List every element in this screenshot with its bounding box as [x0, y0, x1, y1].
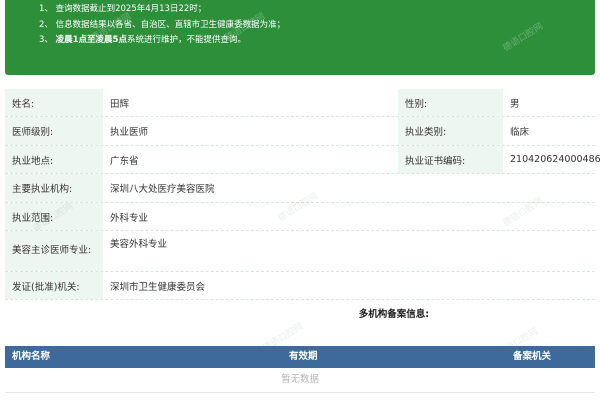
name-value: 田辉 — [110, 98, 130, 110]
notice-banner: 1、 查询数据截止到2025年4月13日22时； 2、 信息数据结果以各省、自治… — [5, 0, 595, 75]
notice-line-3-suffix: 系统进行维护，不能提供查询。 — [126, 35, 246, 45]
institution-value: 深圳八大处医疗美容医院 — [110, 184, 215, 195]
scope-value: 外科专业 — [110, 212, 149, 224]
category-value: 临床 — [510, 127, 530, 138]
multi-institution-table-header: 机构名称 有效期 备案机关 — [5, 346, 595, 368]
institution-label: 主要执业机构: — [5, 174, 103, 202]
multi-institution-title: 多机构备案信息: — [358, 309, 429, 320]
info-row-location: 执业地点: 广东省 执业证书编码: 210420624000486 — [5, 146, 600, 174]
category-label: 执业类别: — [398, 117, 503, 145]
cert-label: 执业证书编码: — [398, 146, 503, 173]
name-label: 姓名: — [5, 89, 103, 116]
notice-line-3: 3、 凌晨1点至凌晨5点系统进行维护，不能提供查询。 — [39, 33, 595, 49]
col-validity: 有效期 — [289, 351, 318, 362]
info-row-institution: 主要执业机构: 深圳八大处医疗美容医院 — [5, 174, 595, 203]
empty-table-message: 暂无数据 — [5, 368, 595, 393]
info-row-name: 姓名: 田辉 性别: 男 — [5, 89, 595, 117]
notice-line-1: 1、 查询数据截止到2025年4月13日22时； — [39, 4, 207, 14]
level-label: 医师级别: — [5, 117, 103, 145]
notice-maintenance-window: 凌晨1点至凌晨5点 — [55, 35, 127, 45]
col-filing-authority: 备案机关 — [513, 351, 552, 362]
col-institution-name: 机构名称 — [12, 351, 51, 362]
info-row-level: 医师级别: 执业医师 执业类别: 临床 — [5, 117, 595, 146]
info-row-cosmetic: 美容主诊医师专业: 美容外科专业 — [5, 231, 595, 272]
level-value: 执业医师 — [110, 127, 149, 138]
info-row-scope: 执业范围: 外科专业 — [5, 203, 595, 231]
gender-label: 性别: — [398, 89, 503, 116]
location-label: 执业地点: — [5, 146, 103, 173]
gender-value: 男 — [510, 98, 520, 110]
cosmetic-value: 美容外科专业 — [110, 239, 168, 250]
issuer-label: 发证(批准)机关: — [5, 272, 103, 299]
issuer-value: 深圳市卫生健康委员会 — [110, 281, 206, 293]
location-value: 广东省 — [110, 155, 139, 167]
cert-value: 210420624000486 — [510, 154, 600, 165]
info-row-issuer: 发证(批准)机关: 深圳市卫生健康委员会 — [5, 272, 595, 300]
cosmetic-label: 美容主诊医师专业: — [5, 231, 103, 271]
scope-label: 执业范围: — [5, 203, 103, 230]
notice-line-2: 2、 信息数据结果以各省、自治区、直辖市卫生健康委数据为准； — [39, 19, 286, 30]
notice-line-3-prefix: 3、 — [39, 35, 56, 45]
